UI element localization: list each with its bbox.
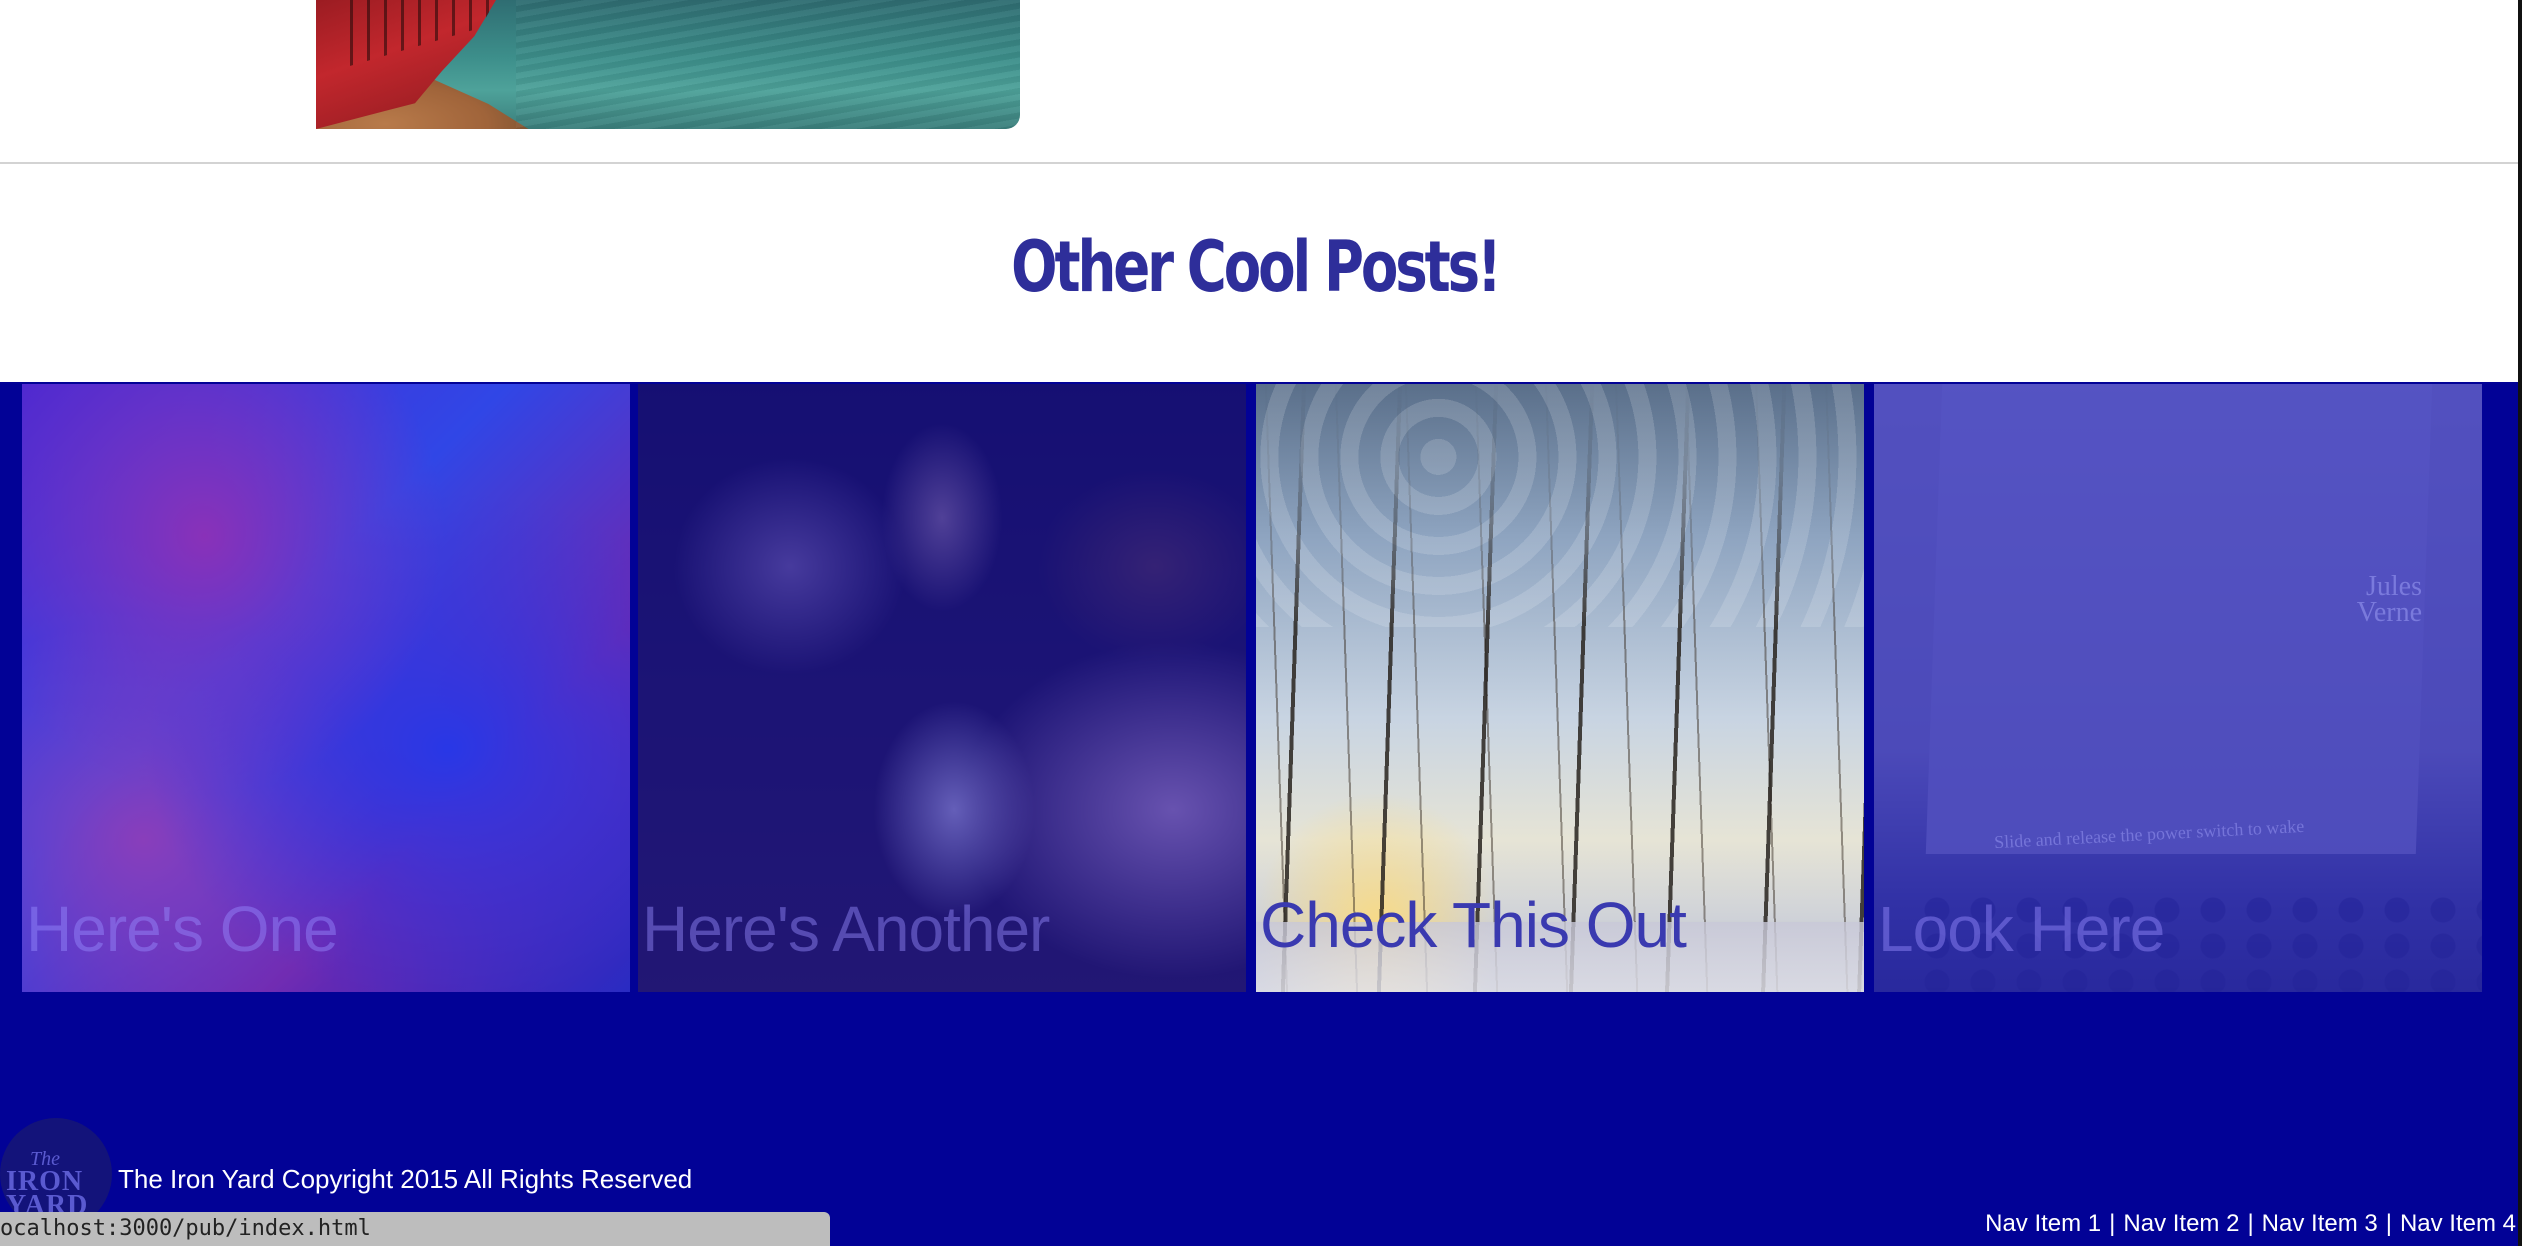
footer-copyright: The Iron Yard Copyright 2015 All Rights … — [118, 1164, 693, 1194]
post-caption[interactable]: Here's Another — [642, 892, 1050, 966]
post-tile-3[interactable]: Check This Out — [1256, 384, 1864, 992]
nav-separator: | — [2109, 1210, 2116, 1237]
logo-wordmark: IRON YARD — [6, 1168, 88, 1220]
footer-nav-item-4[interactable]: Nav Item 4 — [2400, 1210, 2516, 1237]
post-tile-1[interactable]: Here's One — [22, 384, 630, 992]
post-caption[interactable]: Check This Out — [1260, 888, 1687, 962]
portrait-name-line-2: Verne — [2356, 597, 2422, 628]
nav-separator: | — [2385, 1210, 2392, 1237]
post-tile-2[interactable]: Here's Another — [638, 384, 1246, 992]
nav-separator: | — [2247, 1210, 2254, 1237]
footer-nav-item-3[interactable]: Nav Item 3 — [2262, 1210, 2378, 1237]
section-divider — [0, 162, 2518, 164]
footer-nav: Nav Item 1 | Nav Item 2 | Nav Item 3 | Nav Ite… — [1985, 1210, 2516, 1238]
post-tile-4[interactable]: Jules Verne Slide and release the power … — [1874, 384, 2482, 992]
golden-gate-bridge-image — [316, 0, 1020, 129]
footer-nav-item-1[interactable]: Nav Item 1 — [1985, 1210, 2101, 1237]
post-caption[interactable]: Here's One — [26, 892, 339, 966]
water-texture — [516, 0, 1020, 129]
page: Other Cool Posts! Here's One Here's Anot… — [0, 0, 2522, 1246]
portrait-name-text: Jules Verne — [2356, 573, 2422, 628]
footer-nav-item-2[interactable]: Nav Item 2 — [2123, 1210, 2239, 1237]
post-caption[interactable]: Look Here — [1878, 892, 2165, 966]
section-title: Other Cool Posts! — [1011, 226, 1502, 308]
window-edge — [2518, 0, 2522, 1246]
browser-status-url: ocalhost:3000/pub/index.html — [0, 1212, 830, 1246]
